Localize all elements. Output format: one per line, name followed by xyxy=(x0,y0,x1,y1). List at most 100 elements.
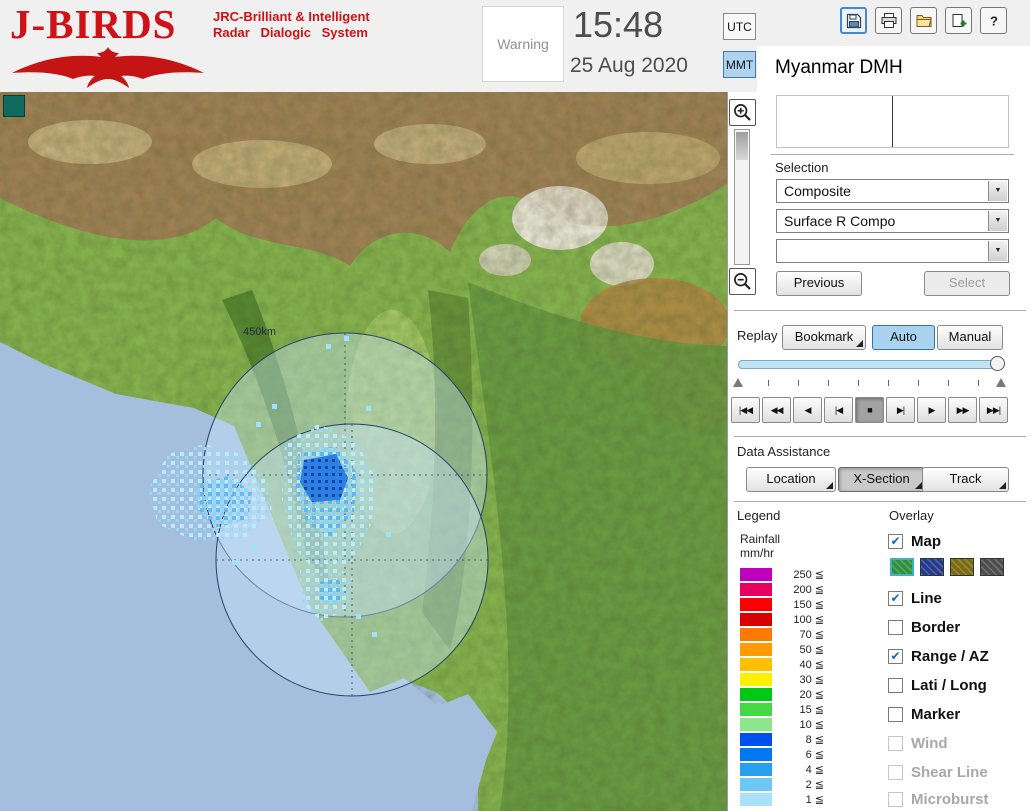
step-forward-button[interactable]: ▶| xyxy=(886,397,915,423)
separator xyxy=(734,501,1026,502)
chevron-down-icon[interactable]: ▼ xyxy=(988,211,1007,231)
fast-forward-button[interactable]: ▶▶ xyxy=(948,397,977,423)
save-icon xyxy=(846,13,861,28)
timeline-tick xyxy=(798,380,799,386)
replay-section-label: Replay xyxy=(737,328,778,343)
composite-dropdown[interactable]: Composite ▼ xyxy=(776,179,1009,203)
print-icon xyxy=(881,12,896,28)
location-button[interactable]: Location xyxy=(746,467,836,492)
map-style-swatch-2[interactable] xyxy=(920,558,944,576)
print-button[interactable] xyxy=(875,7,902,34)
legend-color-swatch xyxy=(740,763,772,776)
timezone-utc-button[interactable]: UTC xyxy=(723,13,756,40)
map-style-swatches xyxy=(890,558,1010,576)
legend-row-250: 250 ≦ xyxy=(740,567,850,582)
select-button[interactable]: Select xyxy=(924,271,1010,296)
checkbox-marker[interactable] xyxy=(888,706,903,722)
overlay-item-range-az: ✔ Range / AZ xyxy=(888,646,989,666)
step-backward-button[interactable]: |◀ xyxy=(824,397,853,423)
overlay-label-border: Border xyxy=(911,618,961,636)
header-bar: J-BIRDS JRC-Brilliant & Intelligent Rada… xyxy=(0,0,1030,93)
legend-color-swatch xyxy=(740,658,772,671)
replay-auto-button[interactable]: Auto xyxy=(872,325,935,350)
logo-tagline-1: JRC-Brilliant & Intelligent xyxy=(213,9,370,24)
timeline-slider-thumb[interactable] xyxy=(990,356,1005,371)
play-forward-button[interactable]: ▶ xyxy=(917,397,946,423)
legend-value: 200 ≦ xyxy=(793,584,824,596)
zoom-out-button[interactable] xyxy=(729,268,756,295)
legend-color-swatch xyxy=(740,748,772,761)
play-backward-button[interactable]: ◀ xyxy=(793,397,822,423)
timeline-slider[interactable] xyxy=(738,360,1002,369)
timezone-toggle: UTC MMT xyxy=(723,13,757,83)
legend-row-8: 8 ≦ xyxy=(740,732,850,747)
legend-color-swatch xyxy=(740,598,772,611)
help-button[interactable]: ? xyxy=(980,7,1007,34)
open-folder-button[interactable] xyxy=(910,7,937,34)
overlay-label-microburst: Microburst xyxy=(911,790,989,808)
skip-to-start-button[interactable]: |◀◀ xyxy=(731,397,760,423)
legend-value: 30 ≦ xyxy=(799,674,824,686)
stop-button[interactable]: ■ xyxy=(855,397,884,423)
fast-backward-button[interactable]: ◀◀ xyxy=(762,397,791,423)
skip-to-end-button[interactable]: ▶▶| xyxy=(979,397,1008,423)
checkbox-map[interactable]: ✔ xyxy=(888,533,903,549)
legend-value: 6 ≦ xyxy=(805,749,824,761)
overlay-label-wind: Wind xyxy=(911,734,948,752)
replay-manual-button[interactable]: Manual xyxy=(937,325,1003,350)
timeline-tick xyxy=(768,380,769,386)
legend-color-swatch xyxy=(740,778,772,791)
checkbox-microburst[interactable] xyxy=(888,791,903,807)
checkbox-wind[interactable] xyxy=(888,735,903,751)
x-section-button[interactable]: X-Section xyxy=(838,467,925,492)
product-dropdown[interactable]: Surface R Compo ▼ xyxy=(776,209,1009,233)
chevron-down-icon[interactable]: ▼ xyxy=(988,181,1007,201)
checkbox-range-az[interactable]: ✔ xyxy=(888,648,903,664)
eagle-logo-icon xyxy=(12,47,204,88)
track-button[interactable]: Track xyxy=(922,467,1009,492)
warning-button[interactable]: Warning xyxy=(482,6,564,82)
legend-value: 70 ≦ xyxy=(799,629,824,641)
new-window-icon xyxy=(952,13,966,27)
selection-section-label: Selection xyxy=(775,160,829,175)
overlay-section-label: Overlay xyxy=(889,508,934,523)
jbirds-app: J-BIRDS JRC-Brilliant & Intelligent Rada… xyxy=(0,0,1030,811)
legend-value: 50 ≦ xyxy=(799,644,824,656)
product-info-box xyxy=(776,95,1009,148)
legend-color-swatch xyxy=(740,568,772,581)
map-style-swatch-3[interactable] xyxy=(950,558,974,576)
timezone-mmt-button[interactable]: MMT xyxy=(723,51,756,78)
warning-label: Warning xyxy=(497,36,549,52)
map-corner-tool-button[interactable] xyxy=(3,95,25,117)
sub-product-dropdown[interactable]: ▼ xyxy=(776,239,1009,263)
zoom-out-icon xyxy=(734,273,751,290)
timeline-start-marker[interactable] xyxy=(733,378,743,387)
map-style-swatch-4[interactable] xyxy=(980,558,1004,576)
overlay-label-map: Map xyxy=(911,532,941,550)
legend-value: 10 ≦ xyxy=(799,719,824,731)
legend-row-50: 50 ≦ xyxy=(740,642,850,657)
previous-button[interactable]: Previous xyxy=(776,271,862,296)
legend-row-4: 4 ≦ xyxy=(740,762,850,777)
legend-value: 4 ≦ xyxy=(805,764,824,776)
timeline-end-marker[interactable] xyxy=(996,378,1006,387)
legend-color-swatch xyxy=(740,613,772,626)
legend-color-swatch xyxy=(740,628,772,641)
checkbox-border[interactable] xyxy=(888,619,903,635)
chevron-down-icon[interactable]: ▼ xyxy=(988,241,1007,261)
zoom-slider-thumb[interactable] xyxy=(736,132,748,160)
legend-row-15: 15 ≦ xyxy=(740,702,850,717)
zoom-in-button[interactable] xyxy=(729,99,756,126)
logo-tagline-2: Radar Dialogic System xyxy=(213,25,368,40)
clock-date: 25 Aug 2020 xyxy=(570,54,688,77)
new-window-button[interactable] xyxy=(945,7,972,34)
checkbox-shear-line[interactable] xyxy=(888,764,903,780)
map-style-swatch-1[interactable] xyxy=(890,558,914,576)
zoom-slider[interactable] xyxy=(734,129,750,265)
legend-value: 250 ≦ xyxy=(793,569,824,581)
bookmark-button[interactable]: Bookmark xyxy=(782,325,866,350)
map-viewport[interactable]: 450km xyxy=(0,92,727,811)
checkbox-line[interactable]: ✔ xyxy=(888,590,903,606)
save-button[interactable] xyxy=(840,7,867,34)
checkbox-lati-long[interactable] xyxy=(888,677,903,693)
